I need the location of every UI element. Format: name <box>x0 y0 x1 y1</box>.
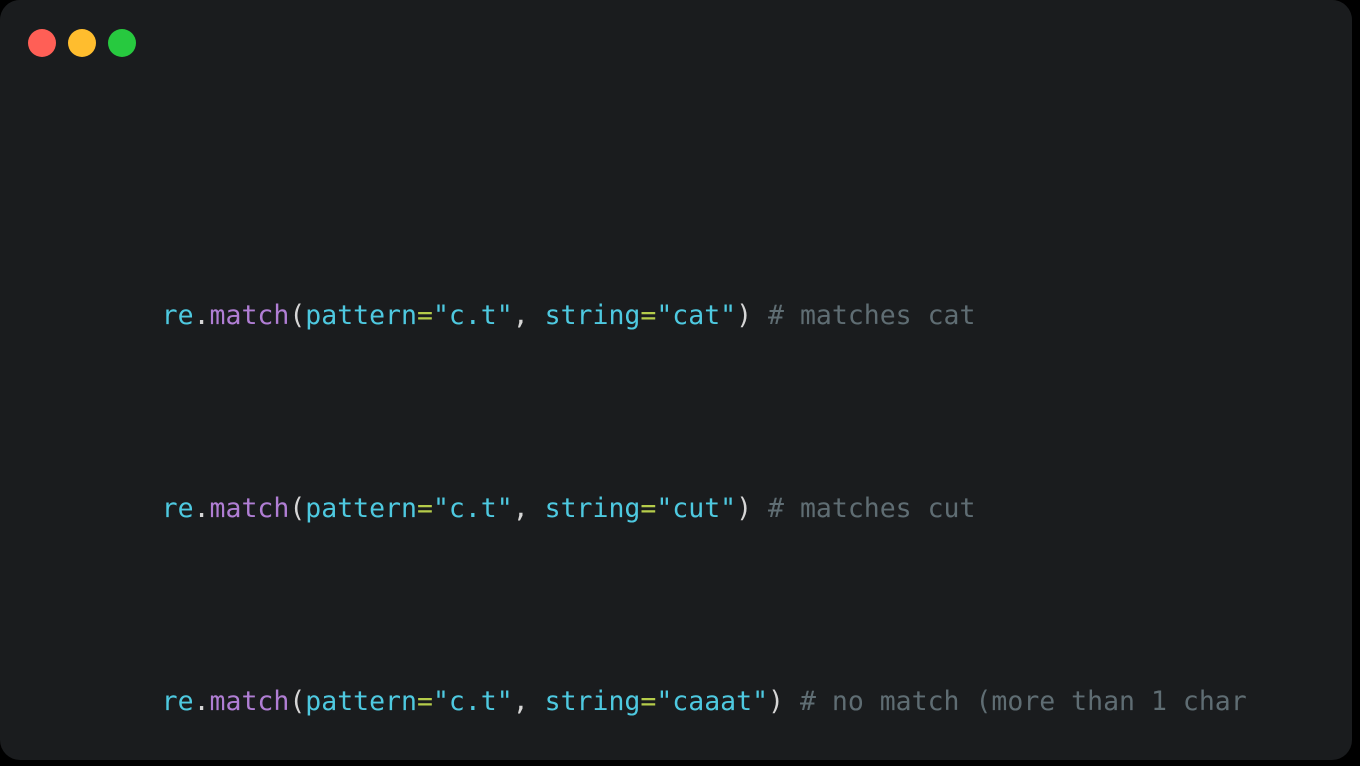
token-dot: . <box>193 492 210 524</box>
token-string: "c.t" <box>432 492 513 524</box>
token-function: match <box>209 299 290 331</box>
code-line: re.match(pattern="c.t", string="caaat") … <box>34 644 1332 717</box>
token-module: re <box>161 492 194 524</box>
token-paren-close: ) <box>736 299 753 331</box>
app-root: re.match(pattern="c.t", string="cat") # … <box>0 0 1360 766</box>
token-kwarg-name: pattern <box>305 299 417 331</box>
token-dot: . <box>193 685 210 717</box>
token-string: "cut" <box>656 492 737 524</box>
token-comma: , <box>512 299 545 331</box>
token-kwarg-name: pattern <box>305 492 417 524</box>
token-comma: , <box>512 492 545 524</box>
token-paren-close: ) <box>736 492 753 524</box>
minimize-button-icon[interactable] <box>68 29 96 57</box>
token-module: re <box>161 299 194 331</box>
token-function: match <box>209 685 290 717</box>
token-paren-open: ( <box>289 299 306 331</box>
token-operator: = <box>416 685 433 717</box>
token-operator: = <box>640 492 657 524</box>
close-button-icon[interactable] <box>28 29 56 57</box>
token-module: re <box>161 685 194 717</box>
token-string: "cat" <box>656 299 737 331</box>
window-controls <box>28 29 136 57</box>
code-line: re.match(pattern="c.t", string="cat") # … <box>34 258 1332 331</box>
token-comment: # matches cut <box>752 492 976 524</box>
token-comma: , <box>512 685 545 717</box>
token-paren-open: ( <box>289 492 306 524</box>
token-paren-close: ) <box>768 685 784 717</box>
token-kwarg-name: pattern <box>305 685 417 717</box>
token-function: match <box>209 492 290 524</box>
token-operator: = <box>416 492 433 524</box>
code-line: re.match(pattern="c.t", string="cut") # … <box>34 451 1332 524</box>
token-kwarg-name: string <box>544 685 641 717</box>
token-kwarg-name: string <box>544 492 641 524</box>
token-dot: . <box>193 299 210 331</box>
token-string: "caaat" <box>656 685 769 717</box>
token-paren-open: ( <box>289 685 306 717</box>
token-kwarg-name: string <box>544 299 641 331</box>
token-operator: = <box>640 685 657 717</box>
token-string: "c.t" <box>432 299 513 331</box>
token-string: "c.t" <box>432 685 513 717</box>
window-titlebar[interactable] <box>0 0 1352 86</box>
token-operator: = <box>416 299 433 331</box>
code-block[interactable]: re.match(pattern="c.t", string="cat") # … <box>34 104 1332 760</box>
token-comment: # matches cat <box>752 299 976 331</box>
token-operator: = <box>640 299 657 331</box>
token-comment: # no match (more than 1 char <box>784 685 1247 717</box>
maximize-button-icon[interactable] <box>108 29 136 57</box>
terminal-window: re.match(pattern="c.t", string="cat") # … <box>0 0 1352 760</box>
